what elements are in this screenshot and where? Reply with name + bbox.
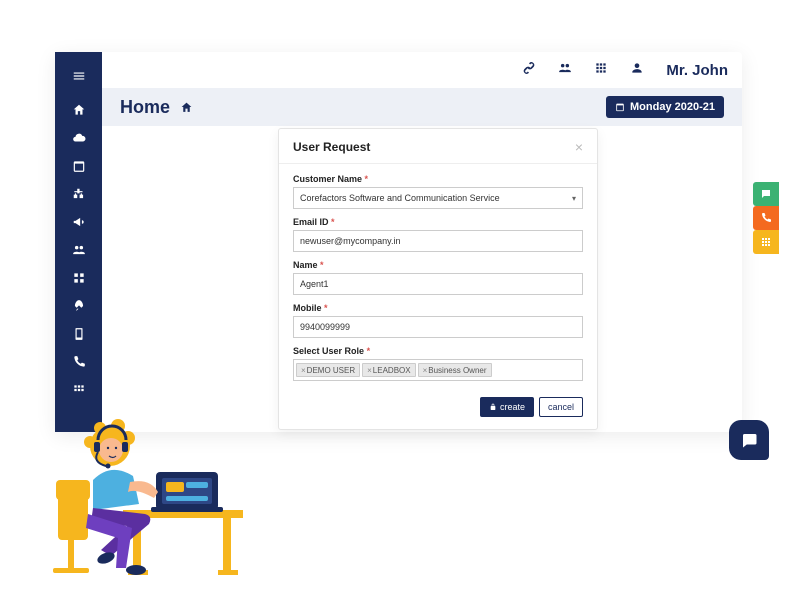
role-tag[interactable]: ×DEMO USER [296,363,360,377]
link-icon [522,61,536,75]
mobile-icon [72,327,86,341]
email-input[interactable] [293,230,583,252]
cloud-icon [72,131,86,145]
phone-icon [72,355,86,369]
mobile-input[interactable] [293,316,583,338]
period-selector[interactable]: Monday 2020-21 [606,96,724,118]
floating-actions [753,182,779,254]
sidebar-item-home[interactable] [55,96,102,124]
sitemap-icon [72,187,86,201]
sidebar-item-phone[interactable] [55,348,102,376]
profile-button[interactable] [630,61,644,80]
email-label: Email ID * [293,217,583,227]
calendar-icon [615,102,625,112]
menu-toggle[interactable] [55,62,102,90]
floater-call[interactable] [753,206,779,230]
mobile-label: Mobile * [293,303,583,313]
customer-name-select[interactable]: Corefactors Software and Communication S… [293,187,583,209]
sidebar-item-rocket[interactable] [55,292,102,320]
modal-close-button[interactable]: × [575,139,583,155]
customer-name-value: Corefactors Software and Communication S… [300,193,500,203]
grid-button[interactable] [594,61,608,80]
username-label: Mr. John [666,62,728,79]
grid-icon [594,61,608,75]
sidebar-item-org[interactable] [55,180,102,208]
modal-title: User Request [293,140,370,154]
page-title: Home [120,97,170,118]
hamburger-icon [72,69,86,83]
sidebar-item-apps[interactable] [55,376,102,404]
link-button[interactable] [522,61,536,80]
role-tag[interactable]: ×LEADBOX [362,363,415,377]
role-label: Select User Role * [293,346,583,356]
sidebar-item-users[interactable] [55,236,102,264]
floater-apps[interactable] [753,230,779,254]
page-subheader: Home Monday 2020-21 [102,88,742,126]
chat-fab[interactable] [729,420,769,460]
phone-icon [760,212,772,224]
role-tag-input[interactable]: ×DEMO USER ×LEADBOX ×Business Owner [293,359,583,381]
period-label: Monday 2020-21 [630,101,715,113]
home-icon [72,103,86,117]
chat-icon [740,431,758,449]
home-icon [180,101,193,114]
lock-icon [489,403,497,411]
grid-icon [72,271,86,285]
sidebar [55,52,102,432]
users-button[interactable] [558,61,572,80]
calendar-icon [72,159,86,173]
sidebar-item-cloud[interactable] [55,124,102,152]
sidebar-item-calendar[interactable] [55,152,102,180]
bullhorn-icon [72,215,86,229]
topbar: Mr. John [102,52,742,88]
rocket-icon [72,299,86,313]
speech-icon [760,188,772,200]
role-tag[interactable]: ×Business Owner [418,363,492,377]
apps-icon [72,383,86,397]
cancel-button[interactable]: cancel [539,397,583,417]
user-request-modal: User Request × Customer Name * Corefacto… [278,128,598,430]
sidebar-item-mobile[interactable] [55,320,102,348]
create-button[interactable]: create [480,397,534,417]
user-icon [630,61,644,75]
name-label: Name * [293,260,583,270]
users-icon [558,61,572,75]
sidebar-item-grid[interactable] [55,264,102,292]
chevron-down-icon: ▾ [572,194,576,203]
sidebar-item-marketing[interactable] [55,208,102,236]
name-input[interactable] [293,273,583,295]
customer-name-label: Customer Name * [293,174,583,184]
floater-chat[interactable] [753,182,779,206]
users-icon [72,243,86,257]
grid-icon [760,236,772,248]
